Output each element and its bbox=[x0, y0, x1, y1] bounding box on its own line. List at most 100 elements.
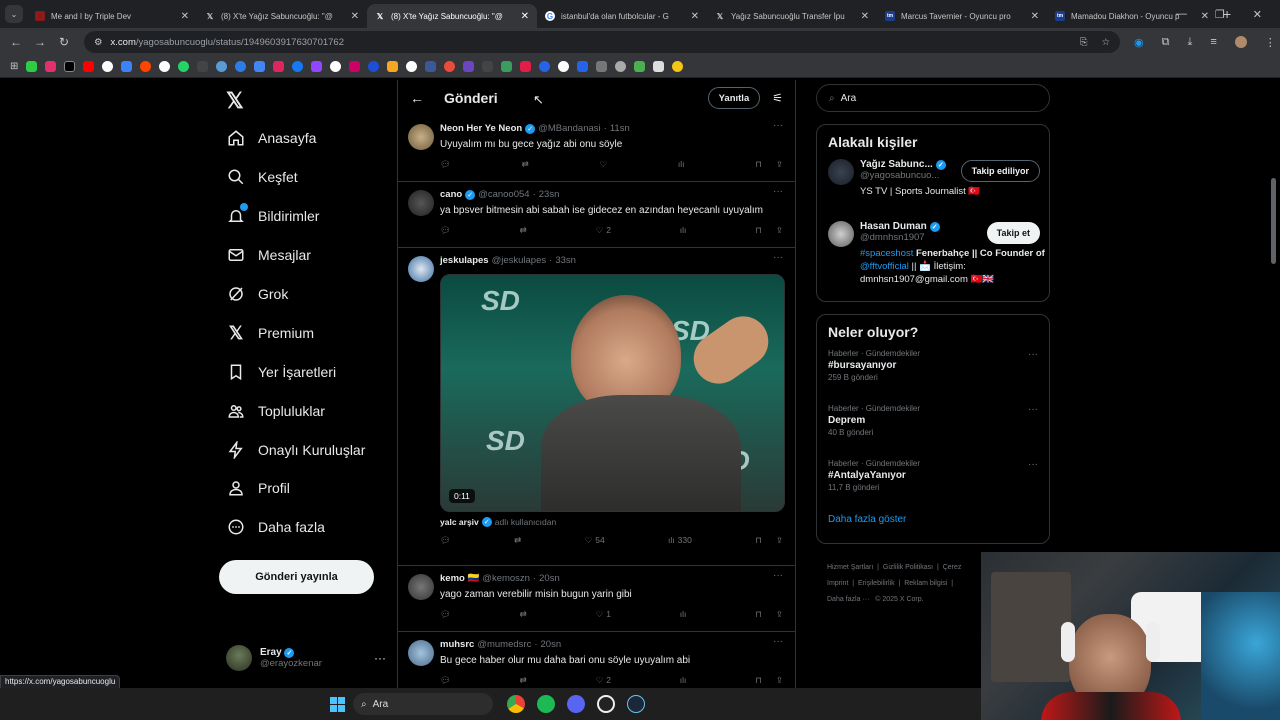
bookmark-icon[interactable] bbox=[273, 61, 285, 72]
bookmark-icon[interactable] bbox=[178, 61, 190, 72]
footer-more-link[interactable]: Daha fazla ··· bbox=[827, 596, 869, 603]
post-time[interactable]: 20sn bbox=[541, 639, 562, 650]
back-arrow-icon[interactable]: ← bbox=[410, 90, 424, 106]
bookmark-icon[interactable] bbox=[634, 61, 646, 72]
bookmark-icon[interactable] bbox=[577, 61, 589, 72]
extension-icon[interactable]: ◉ bbox=[1134, 36, 1144, 49]
share-icon[interactable]: ⇪ bbox=[776, 225, 783, 236]
discord-icon[interactable] bbox=[567, 695, 585, 713]
more-horizontal-icon[interactable]: ··· bbox=[773, 186, 783, 197]
trend-name[interactable]: #bursayanıyor bbox=[828, 360, 1038, 371]
person-card[interactable]: Hasan Duman ✓ @dmnhsn1907 #spaceshost Fen… bbox=[817, 221, 1049, 291]
sidebar-item-grok[interactable]: Grok bbox=[226, 281, 288, 307]
avatar[interactable] bbox=[828, 221, 854, 247]
avatar[interactable] bbox=[828, 159, 854, 185]
views-icon[interactable]: ılı bbox=[680, 225, 687, 235]
reply-icon[interactable]: 💬︎ bbox=[440, 159, 451, 170]
profile-avatar-icon[interactable] bbox=[1234, 36, 1247, 48]
like-button[interactable]: ♡ 54 bbox=[585, 535, 605, 546]
close-tab-icon[interactable]: ✕ bbox=[181, 11, 189, 22]
video-player[interactable]: SD SD SD SD 0:11 bbox=[440, 274, 785, 512]
bookmark-icon[interactable]: ⊓ bbox=[755, 609, 762, 620]
views-icon[interactable]: ılı bbox=[680, 609, 687, 619]
close-tab-icon[interactable]: ✕ bbox=[861, 11, 869, 22]
media-control-icon[interactable]: ≡ bbox=[1210, 36, 1216, 48]
like-button[interactable]: ♡ 2 bbox=[596, 225, 611, 236]
install-app-icon[interactable]: ⎘ bbox=[1080, 37, 1088, 48]
bookmark-icon[interactable] bbox=[349, 61, 361, 72]
x-logo-icon[interactable]: 𝕏 bbox=[226, 88, 244, 114]
like-icon[interactable]: ♡ bbox=[599, 159, 607, 170]
obs-icon[interactable] bbox=[597, 695, 615, 713]
footer-link[interactable]: Gizlilik Politikası bbox=[883, 564, 933, 571]
bookmark-icon[interactable] bbox=[520, 61, 532, 72]
author-name[interactable]: jeskulapes bbox=[440, 255, 489, 266]
browser-tab[interactable]: Gistanbul'da olan futbolcular - G ✕ bbox=[537, 4, 707, 28]
more-horizontal-icon[interactable]: ··· bbox=[1028, 459, 1038, 470]
bookmark-icon[interactable] bbox=[102, 61, 114, 72]
browser-tab[interactable]: tm Marcus Tavernier - Oyuncu pro ✕ bbox=[877, 4, 1047, 28]
taskbar-search[interactable]: ⌕ Ara bbox=[353, 693, 493, 715]
close-tab-icon[interactable]: ✕ bbox=[1031, 11, 1039, 22]
reply-icon[interactable]: 💬︎ bbox=[440, 609, 451, 620]
browser-tab[interactable]: Me and I by Triple Dev ✕ bbox=[27, 4, 197, 28]
bookmark-icon[interactable] bbox=[672, 61, 684, 72]
reply-icon[interactable]: 💬︎ bbox=[440, 535, 451, 546]
reload-icon[interactable]: ↻ bbox=[52, 35, 76, 49]
footer-link[interactable]: Çerez bbox=[943, 564, 962, 571]
bookmark-icon[interactable] bbox=[26, 61, 38, 72]
author-handle[interactable]: @canoo054 bbox=[478, 189, 529, 200]
person-name[interactable]: Hasan Duman bbox=[860, 221, 927, 232]
trend-item[interactable]: Haberler · Gündemdekiler #bursayanıyor 2… bbox=[817, 349, 1049, 404]
browser-tab[interactable]: 𝕏 (8) X'te Yağız Sabuncuoğlu: "@ ✕ bbox=[197, 4, 367, 28]
site-info-icon[interactable]: ⚙ bbox=[94, 37, 103, 48]
footer-link[interactable]: Imprint bbox=[827, 580, 848, 587]
avatar[interactable] bbox=[408, 640, 434, 666]
account-switcher[interactable]: Eray ✓ @erayozkenar ··· bbox=[226, 643, 386, 673]
bookmark-icon[interactable] bbox=[83, 61, 95, 72]
search-input[interactable]: ⌕ Ara bbox=[816, 84, 1050, 112]
repost-icon[interactable]: ⇄ bbox=[514, 535, 521, 546]
bookmark-icon[interactable] bbox=[311, 61, 323, 72]
tab-search-button[interactable]: ⌄ bbox=[5, 5, 23, 23]
like-button[interactable]: ♡ 2 bbox=[596, 675, 611, 686]
sidebar-item-more[interactable]: Daha fazla bbox=[226, 514, 325, 540]
close-tab-icon[interactable]: ✕ bbox=[521, 11, 529, 22]
author-handle[interactable]: @kemoszn bbox=[482, 573, 530, 584]
bookmark-icon[interactable] bbox=[235, 61, 247, 72]
url-field[interactable]: ⚙ x.com/yagosabuncuoglu/status/194960391… bbox=[84, 31, 1120, 53]
bookmark-icon[interactable] bbox=[121, 61, 133, 72]
person-card[interactable]: Yağız Sabunc... ✓ @yagosabuncuo... YS TV … bbox=[817, 159, 1049, 221]
bookmark-icon[interactable] bbox=[558, 61, 570, 72]
sidebar-item-notifications[interactable]: Bildirimler bbox=[226, 203, 319, 229]
bookmark-icon[interactable] bbox=[368, 61, 380, 72]
sidebar-item-home[interactable]: Anasayfa bbox=[226, 125, 316, 151]
reply-icon[interactable]: 💬︎ bbox=[440, 225, 451, 236]
post-button[interactable]: Gönderi yayınla bbox=[219, 560, 374, 594]
reply-icon[interactable]: 💬︎ bbox=[440, 675, 451, 686]
show-more-link[interactable]: Daha fazla göster bbox=[817, 514, 1049, 525]
browser-menu-icon[interactable]: ⋮ bbox=[1265, 36, 1276, 49]
bookmark-icon[interactable] bbox=[330, 61, 342, 72]
avatar[interactable] bbox=[408, 124, 434, 150]
post-time[interactable]: 33sn bbox=[555, 255, 576, 266]
bookmark-icon[interactable] bbox=[254, 61, 266, 72]
author-name[interactable]: Neon Her Ye Neon bbox=[440, 123, 522, 134]
avatar[interactable] bbox=[408, 256, 434, 282]
sidebar-item-bookmarks[interactable]: Yer İşaretleri bbox=[226, 359, 336, 385]
reply-post[interactable]: cano ✓ @canoo054 · 23sn ··· ya bpsver bitmes… bbox=[398, 182, 795, 248]
bookmark-icon[interactable] bbox=[159, 61, 171, 72]
bookmark-icon[interactable] bbox=[197, 61, 209, 72]
more-horizontal-icon[interactable]: ··· bbox=[374, 651, 386, 665]
browser-tab[interactable]: 𝕏 Yağız Sabuncuoğlu Transfer İpu ✕ bbox=[707, 4, 877, 28]
bookmark-star-icon[interactable]: ☆ bbox=[1101, 37, 1110, 48]
bookmark-icon[interactable] bbox=[425, 61, 437, 72]
bookmark-icon[interactable] bbox=[64, 61, 76, 72]
trend-item[interactable]: Haberler · Gündemdekiler Deprem 40 B gön… bbox=[817, 404, 1049, 459]
views-icon[interactable]: ılı bbox=[680, 675, 687, 685]
author-name[interactable]: cano bbox=[440, 189, 462, 200]
footer-link[interactable]: Hizmet Şartları bbox=[827, 564, 873, 571]
avatar[interactable] bbox=[408, 190, 434, 216]
views-icon[interactable]: ılı bbox=[678, 159, 685, 169]
reply-button[interactable]: Yanıtla bbox=[707, 87, 761, 109]
